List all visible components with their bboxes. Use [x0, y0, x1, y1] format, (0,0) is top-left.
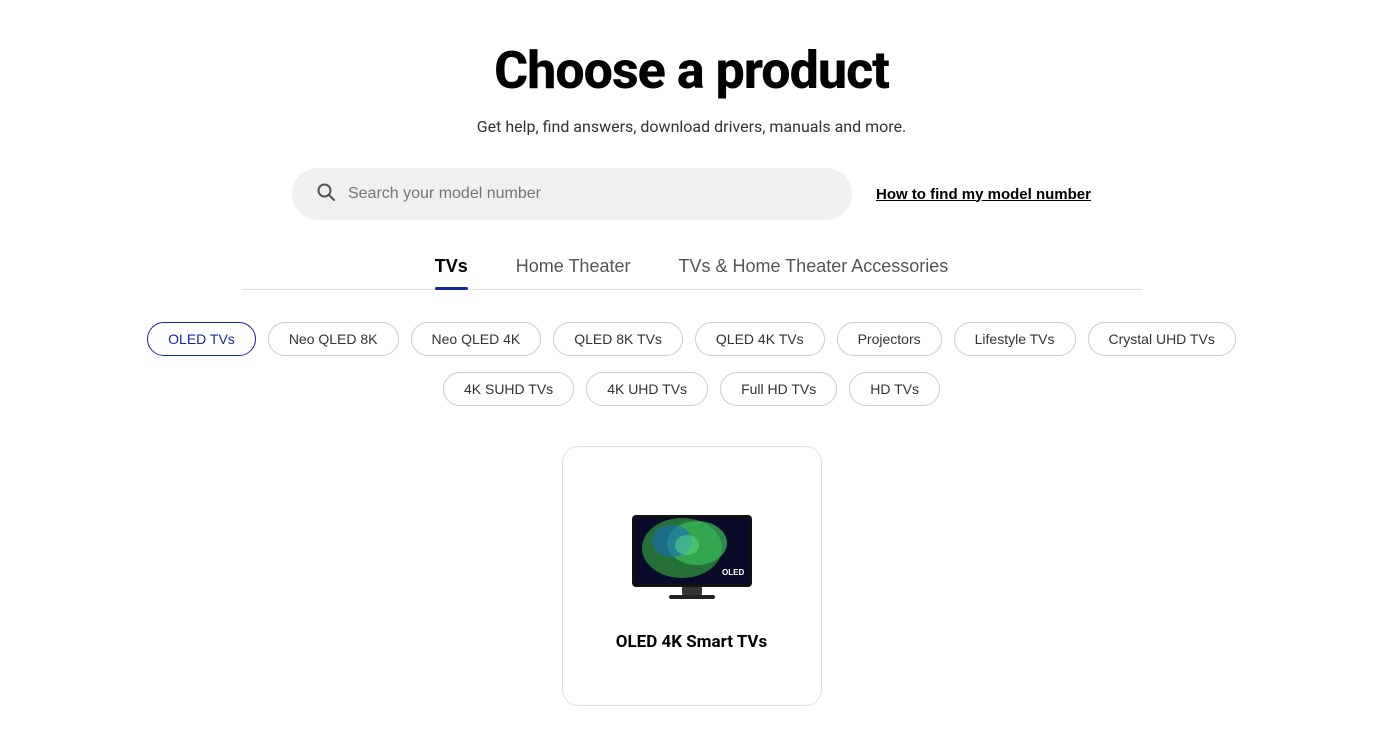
model-number-link[interactable]: How to find my model number — [876, 186, 1091, 203]
filter-4k-uhd-tvs[interactable]: 4K UHD TVs — [586, 372, 708, 406]
tab-home-theater[interactable]: Home Theater — [516, 256, 631, 289]
filter-full-hd-tvs[interactable]: Full HD TVs — [720, 372, 837, 406]
filter-4k-suhd-tvs[interactable]: 4K SUHD TVs — [443, 372, 574, 406]
filter-qled-8k-tvs[interactable]: QLED 8K TVs — [553, 322, 683, 356]
svg-text:OLED: OLED — [722, 568, 744, 577]
filter-neo-qled-4k[interactable]: Neo QLED 4K — [411, 322, 542, 356]
page-subtitle: Get help, find answers, download drivers… — [477, 117, 907, 136]
search-icon — [316, 182, 336, 206]
filter-projectors[interactable]: Projectors — [837, 322, 942, 356]
filter-hd-tvs[interactable]: HD TVs — [849, 372, 940, 406]
tab-tvs[interactable]: TVs — [435, 256, 468, 289]
product-card-oled-4k[interactable]: OLED OLED 4K Smart TVs — [562, 446, 822, 706]
filter-lifestyle-tvs[interactable]: Lifestyle TVs — [954, 322, 1076, 356]
filter-crystal-uhd-tvs[interactable]: Crystal UHD TVs — [1088, 322, 1236, 356]
page-container: Choose a product Get help, find answers,… — [0, 0, 1383, 746]
search-bar — [292, 168, 852, 220]
filters-row-1: OLED TVs Neo QLED 8K Neo QLED 4K QLED 8K… — [147, 322, 1236, 356]
filter-qled-4k-tvs[interactable]: QLED 4K TVs — [695, 322, 825, 356]
product-image-oled-4k: OLED — [622, 508, 762, 608]
filter-oled-tvs[interactable]: OLED TVs — [147, 322, 256, 356]
tabs-row: TVs Home Theater TVs & Home Theater Acce… — [242, 256, 1142, 290]
products-grid: OLED OLED 4K Smart TVs — [20, 446, 1363, 706]
filters-section: OLED TVs Neo QLED 8K Neo QLED 4K QLED 8K… — [20, 322, 1363, 406]
filters-row-2: 4K SUHD TVs 4K UHD TVs Full HD TVs HD TV… — [443, 372, 940, 406]
product-name-oled-4k: OLED 4K Smart TVs — [616, 632, 768, 652]
filter-neo-qled-8k[interactable]: Neo QLED 8K — [268, 322, 399, 356]
tab-accessories[interactable]: TVs & Home Theater Accessories — [678, 256, 948, 289]
page-title: Choose a product — [494, 40, 889, 101]
search-row: How to find my model number — [242, 168, 1142, 220]
search-input[interactable] — [348, 185, 828, 203]
